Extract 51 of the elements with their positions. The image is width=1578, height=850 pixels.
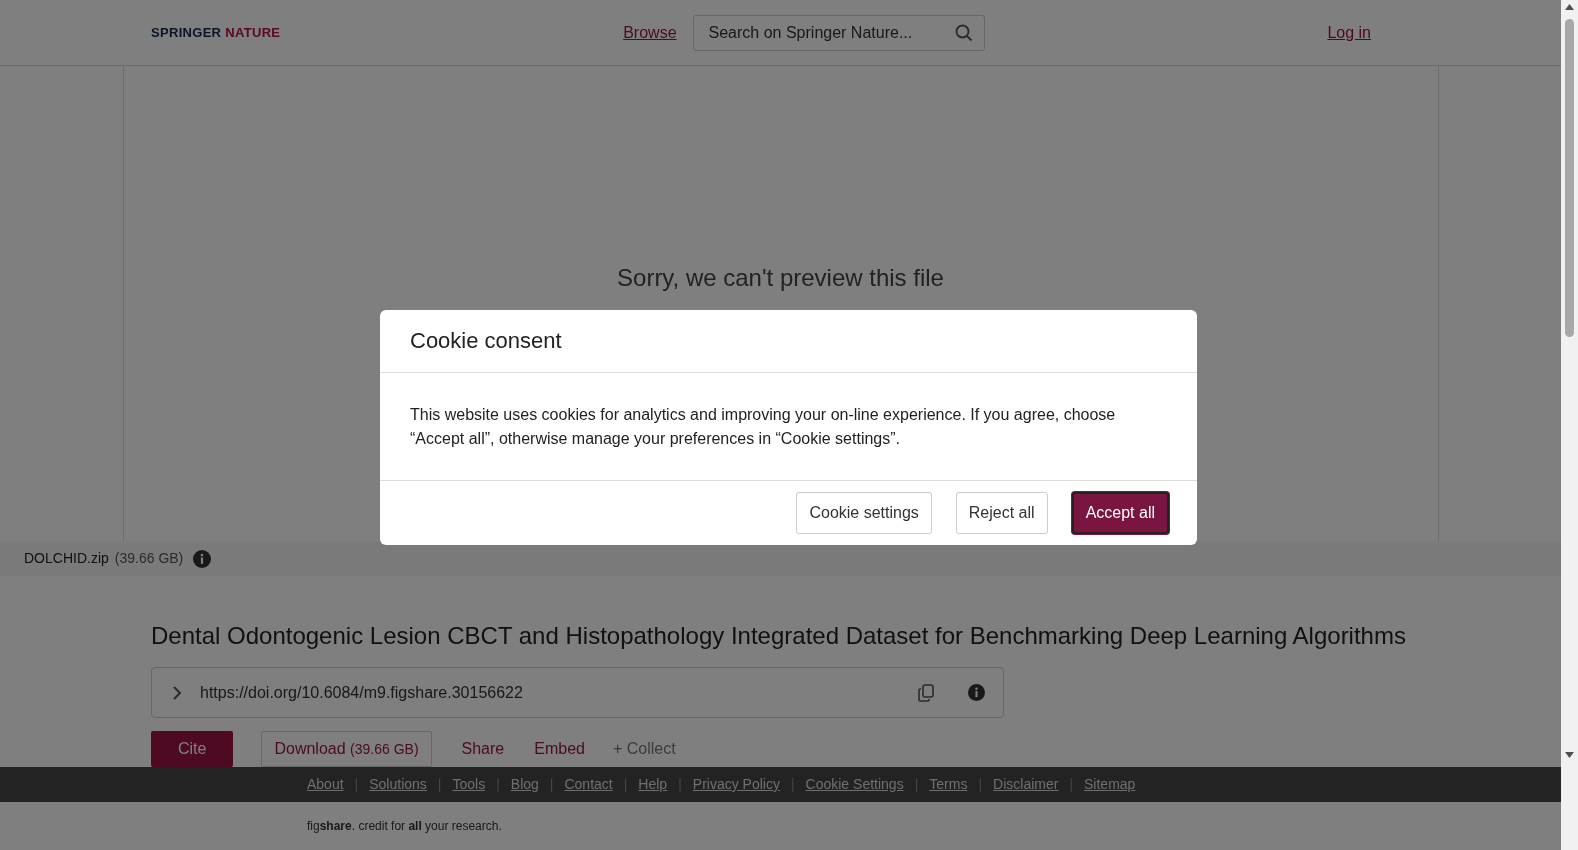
separator: | xyxy=(678,775,682,794)
footer-link[interactable]: Contact xyxy=(564,774,613,795)
accept-button[interactable]: Accept all xyxy=(1071,492,1169,535)
preview-message: Sorry, we can't preview this file xyxy=(617,263,944,293)
footer-link[interactable]: Sitemap xyxy=(1084,774,1136,795)
action-link[interactable]: Embed xyxy=(534,737,585,761)
separator: | xyxy=(549,775,554,794)
cite-button[interactable]: Cite xyxy=(151,731,234,767)
search-icon xyxy=(954,23,973,42)
dataset-title: Dental Odontogenic Lesion CBCT and Histopathology Integrated Dataset for Benchmarking Deep Learning Algorithms xyxy=(151,622,1407,651)
doi-link[interactable]: https://doi.org/10.6084/m9.figshare.30156622 xyxy=(200,680,900,705)
file-size: (39.66 GB) xyxy=(114,549,184,569)
info-icon[interactable] xyxy=(968,684,985,701)
footer-link[interactable]: Disclaimer xyxy=(993,774,1059,795)
info-icon[interactable] xyxy=(193,549,212,568)
scrollbar[interactable] xyxy=(1561,0,1578,850)
separator: | xyxy=(623,775,628,794)
separator: | xyxy=(354,775,359,794)
file-name: DOLCHID.zip xyxy=(24,549,109,569)
footer-link[interactable]: Terms xyxy=(929,774,968,795)
logo-text: NATURE xyxy=(225,23,281,42)
footer-link[interactable]: Tools xyxy=(452,774,486,795)
footer-link[interactable]: Cookie Settings xyxy=(805,774,904,795)
footer-link[interactable]: Solutions xyxy=(369,774,427,795)
dialog-message: This website uses cookies for analytics and improving your on-line experience. If you agree, choose “Accept all”, otherwise manage your preferences in “Cookie settings”. xyxy=(410,405,1117,450)
separator: | xyxy=(1069,775,1074,794)
logo-text: SPRINGER xyxy=(151,23,222,42)
scroll-down-icon[interactable] xyxy=(1565,752,1574,758)
chevron-right-icon[interactable] xyxy=(172,684,182,701)
footer-link[interactable]: About xyxy=(307,774,344,795)
separator: | xyxy=(790,775,795,794)
separator: | xyxy=(437,775,442,794)
dialog-button[interactable]: Cookie settings xyxy=(796,492,932,535)
search-field[interactable]: Search on Springer Nature... xyxy=(692,14,985,51)
separator: | xyxy=(496,775,500,794)
copy-icon[interactable] xyxy=(918,683,934,702)
download-button[interactable]: Download (39.66 GB) xyxy=(261,731,432,767)
footer-link[interactable]: Help xyxy=(638,774,668,795)
login-link[interactable]: Log in xyxy=(1327,20,1371,45)
footer-link[interactable]: Privacy Policy xyxy=(692,774,780,795)
collect-link[interactable]: + Collect xyxy=(612,737,676,761)
scroll-up-icon[interactable] xyxy=(1565,4,1574,10)
browse-link[interactable]: Browse xyxy=(623,20,677,45)
dialog-title: Cookie consent xyxy=(410,328,563,355)
action-link[interactable]: Share xyxy=(461,737,505,761)
footer-link[interactable]: Blog xyxy=(510,774,539,795)
separator: | xyxy=(914,775,919,794)
dialog-button[interactable]: Reject all xyxy=(955,492,1048,535)
separator: | xyxy=(978,775,983,794)
scrollbar-thumb[interactable] xyxy=(1565,19,1574,337)
footer-tagline: figshare. credit for all your research. xyxy=(307,818,502,835)
